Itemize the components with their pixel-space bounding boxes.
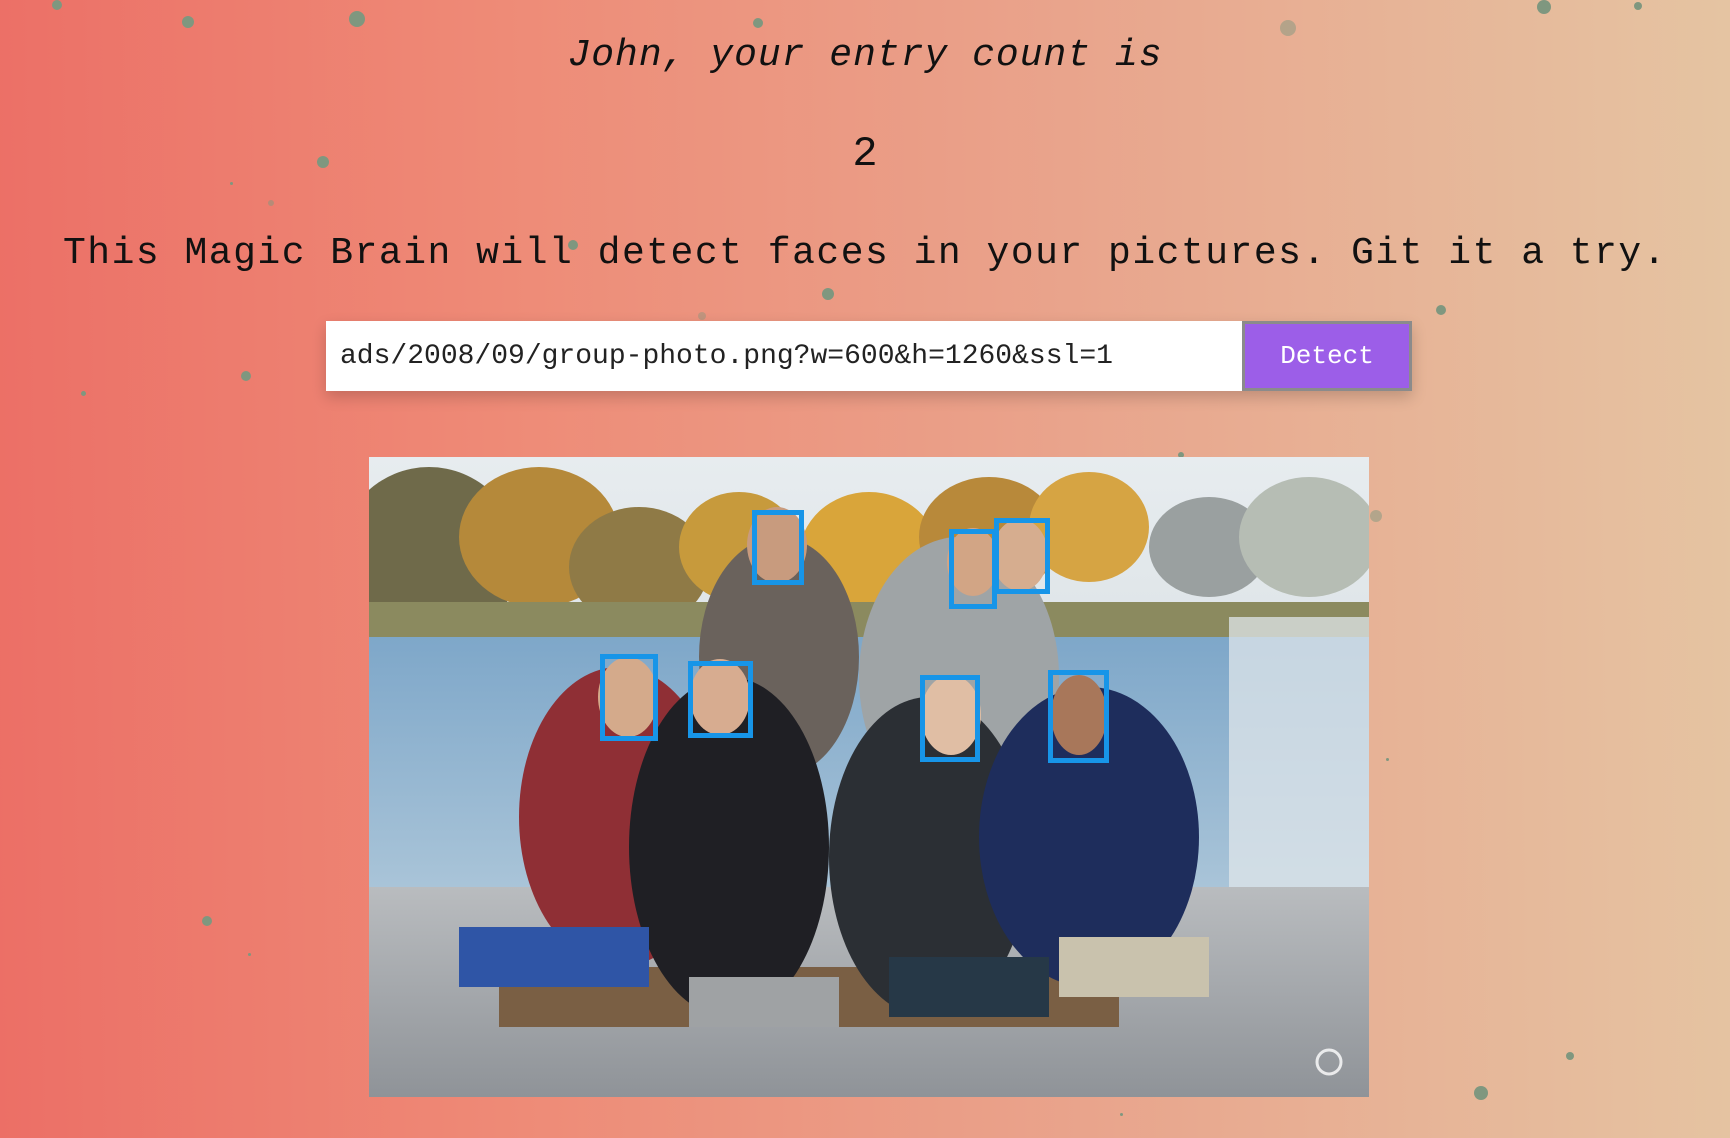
face-box	[688, 661, 753, 738]
face-box	[920, 675, 980, 762]
particle	[1370, 510, 1382, 522]
particle	[1436, 305, 1446, 315]
particle	[1474, 1086, 1488, 1100]
tagline: This Magic Brain will detect faces in yo…	[62, 232, 1668, 275]
particle	[248, 953, 251, 956]
face-box	[752, 510, 804, 585]
particle	[822, 288, 834, 300]
greeting-text: John, your entry count is	[567, 34, 1163, 77]
particle	[1386, 758, 1389, 761]
particle	[349, 11, 365, 27]
entry-count: 2	[852, 130, 878, 178]
particle	[753, 18, 763, 28]
particle	[52, 0, 62, 10]
face-detection-image	[369, 457, 1369, 1097]
particle	[1566, 1052, 1574, 1060]
particle	[182, 16, 194, 28]
detect-button[interactable]: Detect	[1242, 321, 1412, 391]
particle	[1634, 2, 1642, 10]
particle	[698, 312, 706, 320]
face-box	[994, 518, 1050, 594]
face-box	[1048, 670, 1109, 763]
particle	[1537, 0, 1551, 14]
face-box	[600, 654, 658, 741]
face-box	[949, 529, 997, 609]
particle	[202, 916, 212, 926]
particle	[230, 182, 233, 185]
particle	[268, 200, 274, 206]
particle	[241, 371, 251, 381]
group-photo	[369, 457, 1369, 1097]
image-url-input[interactable]	[326, 321, 1242, 391]
particle	[81, 391, 86, 396]
particle	[1120, 1113, 1123, 1116]
image-url-form: Detect	[326, 321, 1412, 391]
